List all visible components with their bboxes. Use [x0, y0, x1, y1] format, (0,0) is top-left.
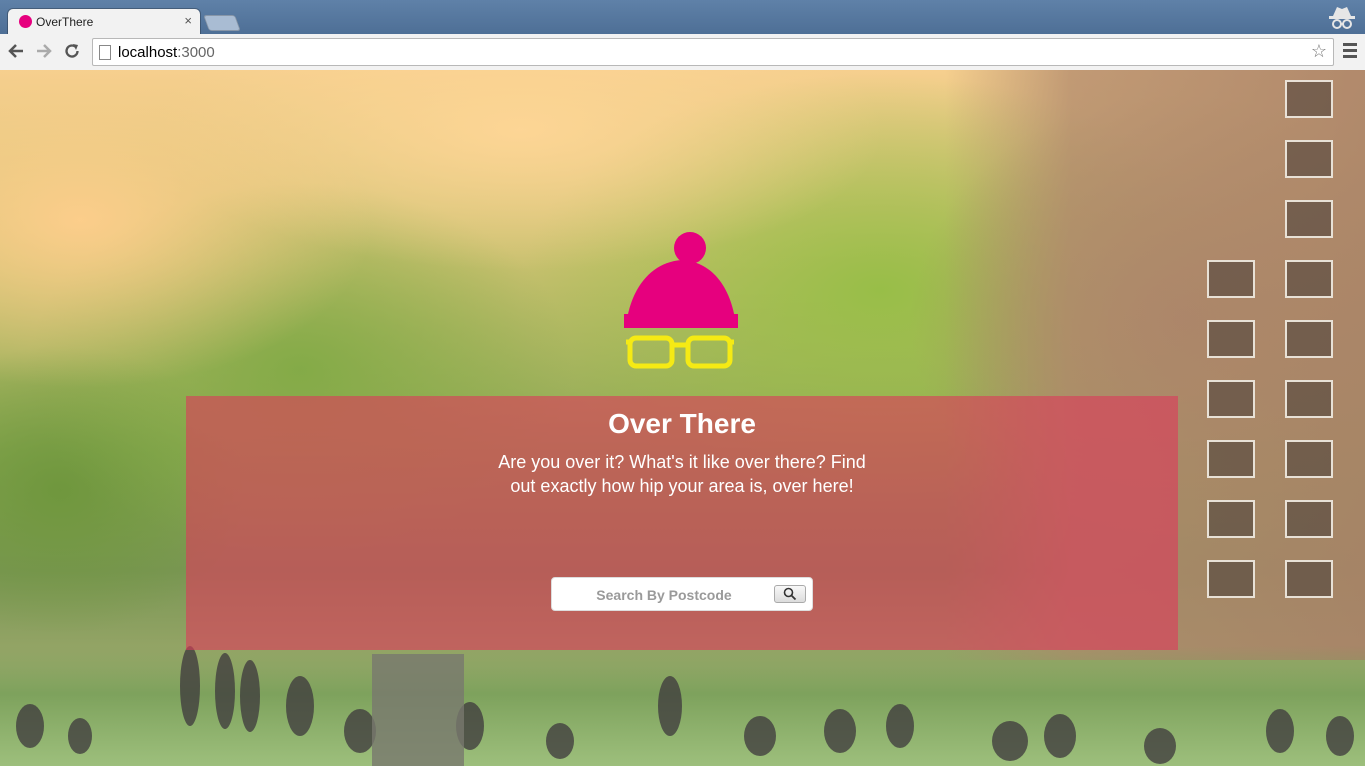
page-icon — [99, 45, 111, 60]
search-icon — [783, 587, 797, 601]
search-form — [551, 577, 813, 611]
search-button[interactable] — [774, 585, 806, 603]
close-tab-icon[interactable]: × — [184, 13, 192, 28]
tab-title: OverThere — [36, 15, 94, 29]
page-title: Over There — [608, 408, 756, 439]
tagline: Are you over it? What's it like over the… — [498, 452, 866, 496]
new-tab-button[interactable] — [203, 15, 241, 31]
address-bar[interactable]: localhost:3000 ☆ — [92, 38, 1334, 66]
menu-icon[interactable] — [1343, 43, 1357, 61]
forward-arrow-icon[interactable] — [32, 39, 56, 63]
browser-tabstrip: OverThere × — [0, 0, 1365, 34]
url-port: :3000 — [177, 44, 215, 61]
incognito-icon — [1329, 7, 1355, 29]
url-text[interactable]: localhost:3000 — [118, 44, 215, 61]
glasses-icon — [626, 335, 734, 369]
beanie-glasses-logo — [624, 232, 738, 369]
page-viewport: Over There Are you over it? What's it li… — [0, 70, 1365, 766]
bookmark-star-icon[interactable]: ☆ — [1311, 41, 1327, 62]
postcode-search-input[interactable] — [558, 582, 770, 608]
favicon-icon — [19, 15, 32, 28]
browser-tab[interactable]: OverThere × — [8, 9, 200, 34]
url-host: localhost — [118, 44, 178, 61]
beanie-hat-icon — [624, 232, 738, 328]
back-arrow-icon[interactable] — [4, 39, 28, 63]
browser-toolbar: localhost:3000 ☆ — [0, 34, 1365, 71]
background-crowd — [16, 646, 1354, 766]
reload-icon[interactable] — [60, 39, 84, 63]
hero-panel: Over There Are you over it? What's it li… — [186, 396, 1178, 650]
